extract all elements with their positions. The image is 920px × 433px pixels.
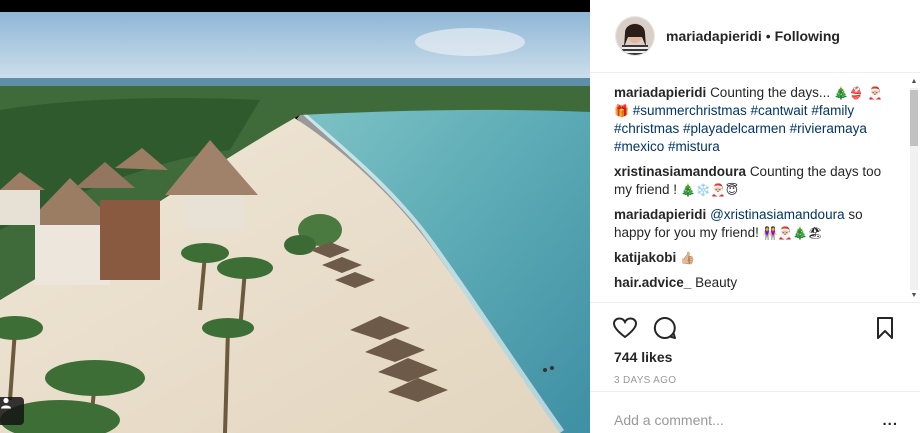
scrollbar-thumb[interactable] bbox=[910, 90, 918, 146]
avatar-image bbox=[616, 17, 654, 55]
add-comment-input[interactable]: Add a comment... bbox=[614, 412, 724, 428]
bookmark-icon bbox=[877, 317, 893, 339]
avatar[interactable] bbox=[616, 17, 654, 55]
comment-username[interactable]: xristinasiamandoura bbox=[614, 164, 746, 179]
scroll-up-arrow-icon[interactable]: ▲ bbox=[910, 78, 918, 86]
post-timestamp[interactable]: 3 DAYS AGO bbox=[614, 375, 676, 386]
comment-button[interactable] bbox=[652, 315, 678, 341]
hashtag-link[interactable]: #playadelcarmen bbox=[683, 121, 786, 136]
emoji-text: 🎄👙 bbox=[833, 86, 864, 100]
hashtag-link[interactable]: #mistura bbox=[668, 139, 720, 154]
heart-icon bbox=[613, 317, 637, 339]
comment-item: hair.advice_ Beauty bbox=[614, 274, 896, 292]
comment-item: xristinasiamandoura Counting the days to… bbox=[614, 163, 896, 199]
comment-item: katijakobi 👍🏼 bbox=[614, 249, 896, 267]
emoji-text: 👭🎅🏼🎄🏖 bbox=[762, 226, 823, 240]
post-author-username[interactable]: mariadapieridi bbox=[666, 28, 762, 44]
comment-username[interactable]: katijakobi bbox=[614, 250, 676, 265]
person-icon bbox=[1, 397, 11, 409]
like-button[interactable] bbox=[612, 315, 638, 341]
hashtag-link[interactable]: #rivieramaya bbox=[790, 121, 867, 136]
hashtag-link[interactable]: #mexico bbox=[614, 139, 664, 154]
comment-text: Counting the days... bbox=[710, 85, 834, 100]
emoji-text: 🎄❄️🎅🏼😇 bbox=[680, 183, 739, 197]
hashtag-link[interactable]: #christmas bbox=[614, 121, 679, 136]
instagram-post-modal: mariadapieridi • Following mariadapierid… bbox=[0, 0, 920, 433]
post-actions: 744 likes 3 DAYS AGO bbox=[590, 302, 920, 402]
following-button[interactable]: Following bbox=[775, 28, 840, 44]
comments-scrollbar[interactable]: ▲ ▼ bbox=[908, 76, 920, 302]
add-comment-bar: Add a comment... ... bbox=[590, 391, 920, 433]
post-photo[interactable] bbox=[0, 0, 590, 433]
comment-username[interactable]: mariadapieridi bbox=[614, 85, 706, 100]
comment-username[interactable]: mariadapieridi bbox=[614, 207, 706, 222]
hashtag-link[interactable]: @xristinasiamandoura bbox=[710, 207, 845, 222]
tagged-people-button[interactable] bbox=[0, 397, 24, 425]
save-button[interactable] bbox=[872, 315, 898, 341]
comment-list: mariadapieridi Counting the days... 🎄👙 🎅… bbox=[614, 84, 896, 302]
comment-item: mariadapieridi @xristinasiamandoura so h… bbox=[614, 206, 896, 242]
emoji-text: 👍🏼 bbox=[680, 251, 695, 265]
hashtag-link[interactable]: #cantwait bbox=[751, 103, 808, 118]
beach-aerial-image bbox=[0, 0, 590, 433]
comment-icon bbox=[653, 316, 676, 339]
comment-item: mariadapieridi Counting the days... 🎄👙 🎅… bbox=[614, 84, 896, 156]
more-options-button[interactable]: ... bbox=[882, 412, 898, 429]
comment-username[interactable]: hair.advice_ bbox=[614, 275, 691, 290]
hashtag-link[interactable]: #summerchristmas bbox=[633, 103, 747, 118]
header-separator: • bbox=[765, 28, 771, 44]
comment-text: Beauty bbox=[695, 275, 738, 290]
post-side-panel: mariadapieridi • Following mariadapierid… bbox=[590, 0, 920, 433]
hashtag-link[interactable]: #family bbox=[811, 103, 854, 118]
scroll-down-arrow-icon[interactable]: ▼ bbox=[910, 292, 918, 300]
likes-count[interactable]: 744 likes bbox=[614, 349, 672, 365]
post-header: mariadapieridi • Following bbox=[590, 0, 920, 73]
